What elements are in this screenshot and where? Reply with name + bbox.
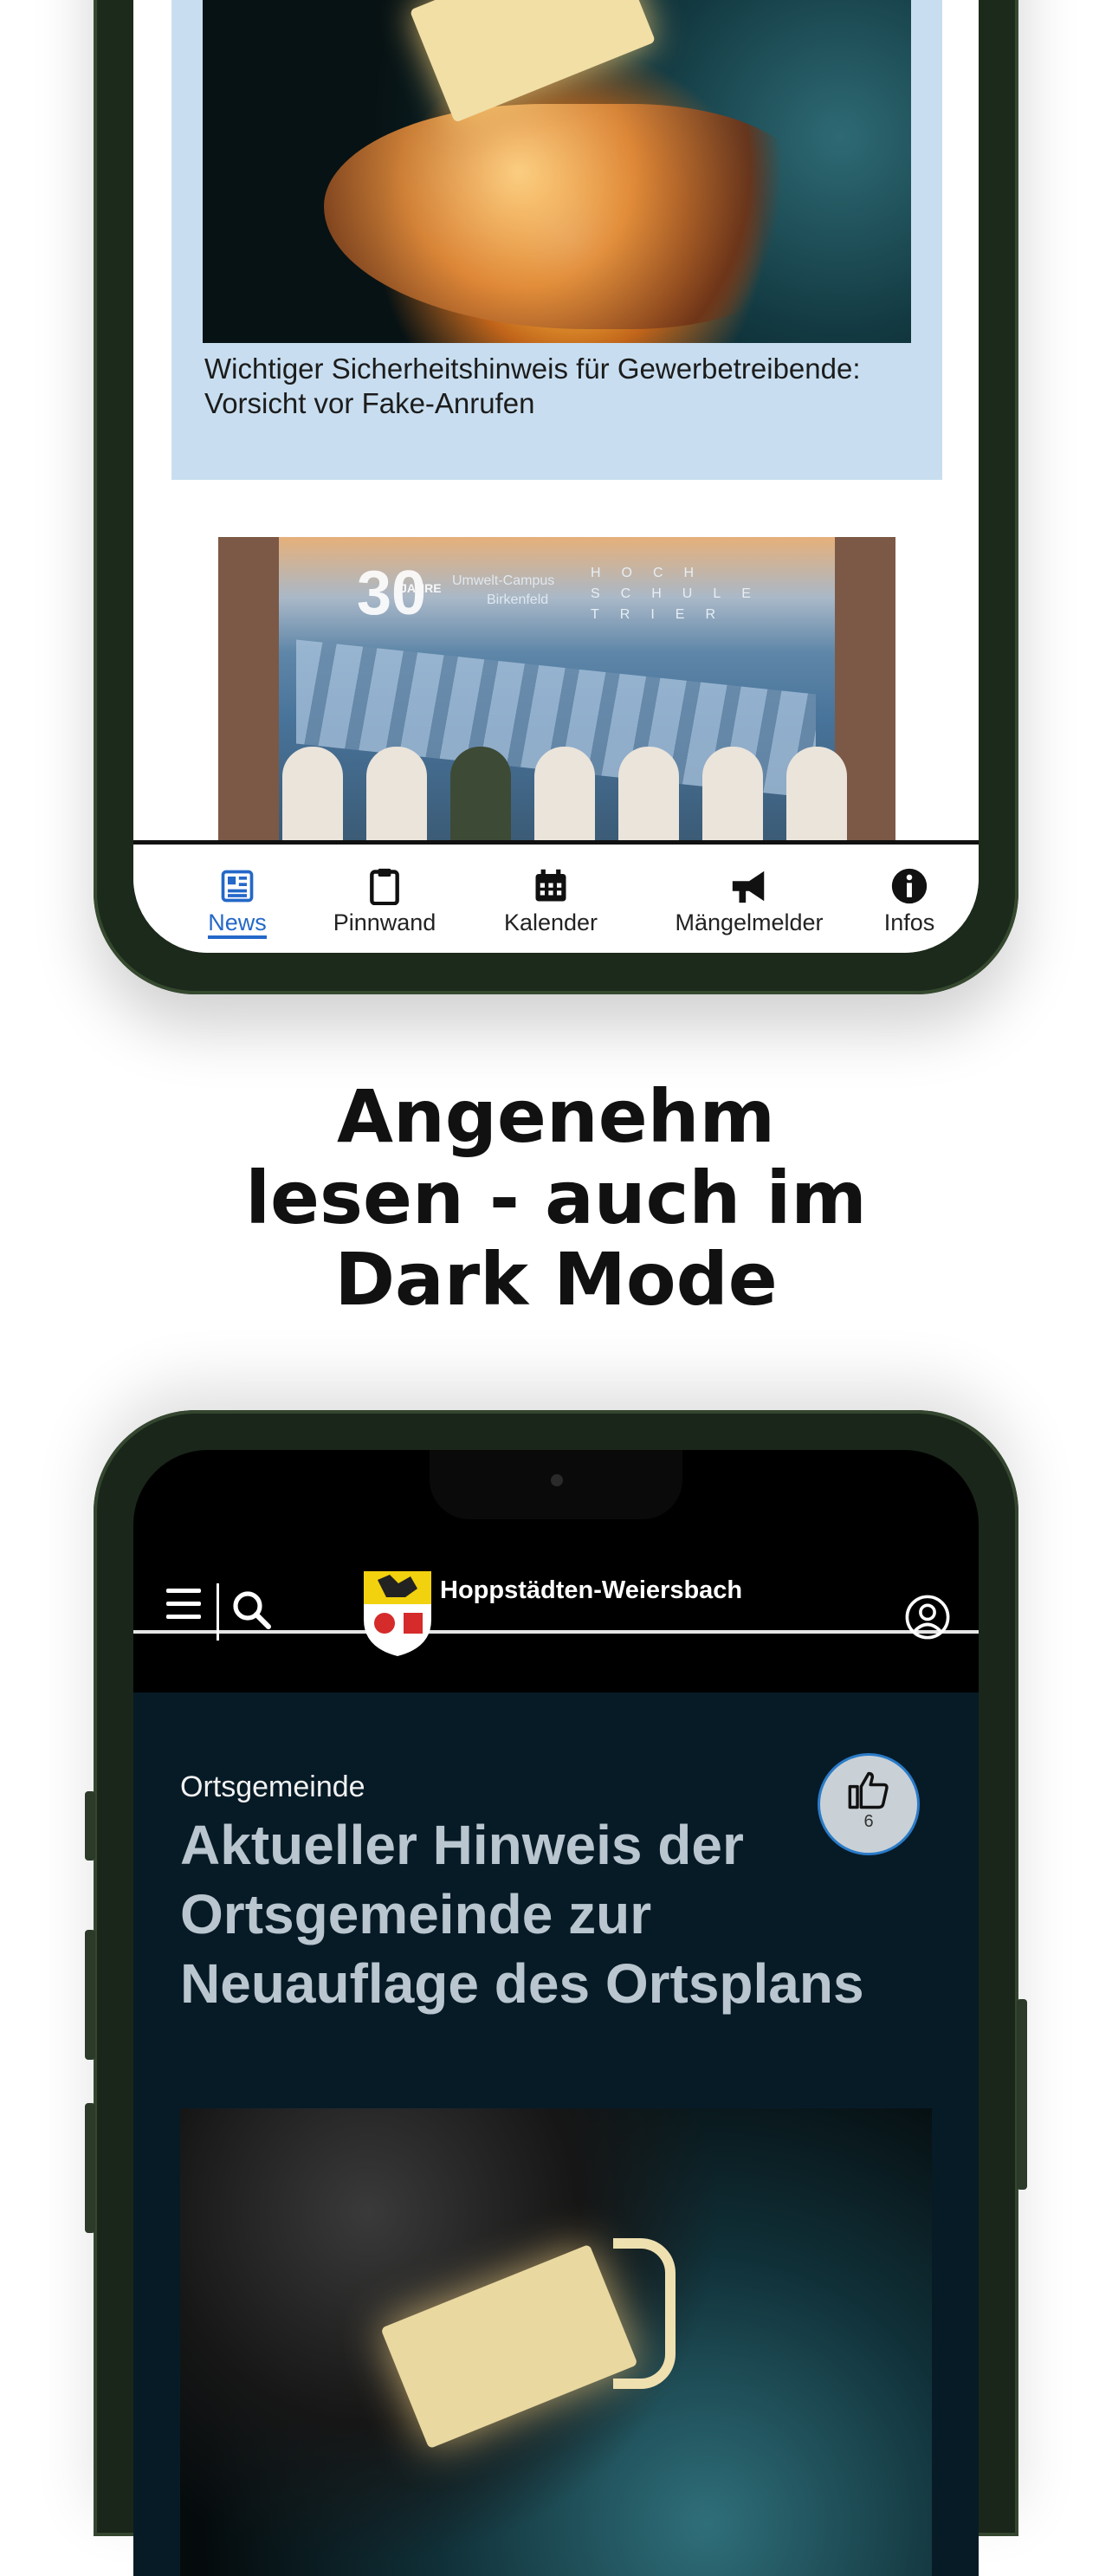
person xyxy=(533,747,595,842)
megaphone-icon xyxy=(641,845,857,905)
tab-infos[interactable]: Infos xyxy=(857,845,961,948)
town-crest-logo[interactable] xyxy=(360,1568,435,1658)
phone-handset-icon xyxy=(613,2238,676,2389)
person xyxy=(786,747,848,842)
envelope-icon xyxy=(380,2243,638,2450)
headline-line-3: Dark Mode xyxy=(334,1237,778,1322)
like-count: 6 xyxy=(863,1812,874,1831)
hochschule-line1: HOCH xyxy=(591,566,715,580)
camera-notch xyxy=(430,1450,682,1519)
news-card-sicherheitshinweis[interactable]: Wichtiger Sicherheitshinweis für Gewerbe… xyxy=(171,0,942,480)
group-photo-people xyxy=(270,738,859,842)
anniversary-number: 30JAHRE xyxy=(357,559,442,628)
person xyxy=(449,747,511,842)
person xyxy=(702,747,764,842)
phone-screen-dark: Hoppstädten-Weiersbach Ortsgemeinde Aktu… xyxy=(133,1450,979,2576)
tab-kalender[interactable]: Kalender xyxy=(482,845,620,948)
tab-pinnwand[interactable]: Pinnwand xyxy=(307,845,462,948)
tab-label: Mängelmelder xyxy=(675,909,824,935)
article-category: Ortsgemeinde xyxy=(180,1770,365,1803)
hochschule-line2: SCHULE xyxy=(591,586,772,601)
article-title: Aktueller Hinweis der Ortsgemeinde zur N… xyxy=(180,1814,864,2015)
news-article-card[interactable]: Ortsgemeinde Aktueller Hinweis der Ortsg… xyxy=(133,1693,979,2576)
power-button xyxy=(1017,1999,1027,2190)
header-divider xyxy=(217,1583,219,1641)
campus-label: Umwelt-Campus Birkenfeld xyxy=(452,572,554,610)
phone-frame-top: Wichtiger Sicherheitshinweis für Gewerbe… xyxy=(94,0,1018,994)
side-button xyxy=(85,2103,95,2233)
user-profile-icon[interactable] xyxy=(904,1594,951,1641)
bottom-tab-bar: News Pinnwand Kalender Mängelmelder Info… xyxy=(133,840,979,953)
headline-line-2: lesen - auch im xyxy=(245,1155,867,1240)
tab-maengelmelder[interactable]: Mängelmelder xyxy=(641,845,857,948)
campus-label-line1: Umwelt-Campus xyxy=(452,573,555,588)
tab-news[interactable]: News xyxy=(185,845,289,948)
tab-label: News xyxy=(208,909,267,939)
info-icon xyxy=(857,845,961,905)
person xyxy=(365,747,427,842)
search-icon[interactable] xyxy=(230,1589,272,1630)
person xyxy=(618,747,680,842)
town-name: Hoppstädten-Weiersbach xyxy=(440,1576,743,1604)
phone-screen-light: Wichtiger Sicherheitshinweis für Gewerbe… xyxy=(133,0,979,953)
hamburger-menu-icon[interactable] xyxy=(166,1589,201,1621)
side-button xyxy=(85,1791,95,1861)
thumbs-up-icon xyxy=(820,1756,917,1817)
news-card-image xyxy=(203,0,911,343)
newspaper-icon xyxy=(185,845,289,905)
tab-label: Infos xyxy=(883,909,935,935)
calendar-icon xyxy=(482,845,620,905)
tab-label: Kalender xyxy=(503,909,598,935)
marketing-headline: Angenehm lesen - auch im Dark Mode xyxy=(0,1076,1112,1320)
side-button xyxy=(85,1930,95,2060)
tab-label: Pinnwand xyxy=(333,909,436,935)
hochschule-line3: TRIER xyxy=(591,607,736,622)
person xyxy=(281,747,343,842)
campus-label-line2: Birkenfeld xyxy=(487,592,549,607)
hochschule-label: HOCH SCHULE TRIER xyxy=(591,563,772,625)
glowing-hand-graphic xyxy=(324,104,809,329)
camera-icon xyxy=(551,1474,563,1486)
phone-frame-bottom: Hoppstädten-Weiersbach Ortsgemeinde Aktu… xyxy=(85,1410,1027,2576)
article-image xyxy=(180,2108,932,2576)
app-header: Hoppstädten-Weiersbach xyxy=(133,1519,979,1656)
like-button[interactable]: 6 xyxy=(818,1753,920,1855)
anniversary-jahre: JAHRE xyxy=(400,581,442,595)
headline-line-1: Angenehm xyxy=(336,1074,775,1159)
news-card-campus-image[interactable]: 30JAHRE Umwelt-Campus Birkenfeld HOCH SC… xyxy=(218,537,895,842)
news-card-caption: Wichtiger Sicherheitshinweis für Gewerbe… xyxy=(204,353,861,419)
clipboard-icon xyxy=(307,845,462,905)
